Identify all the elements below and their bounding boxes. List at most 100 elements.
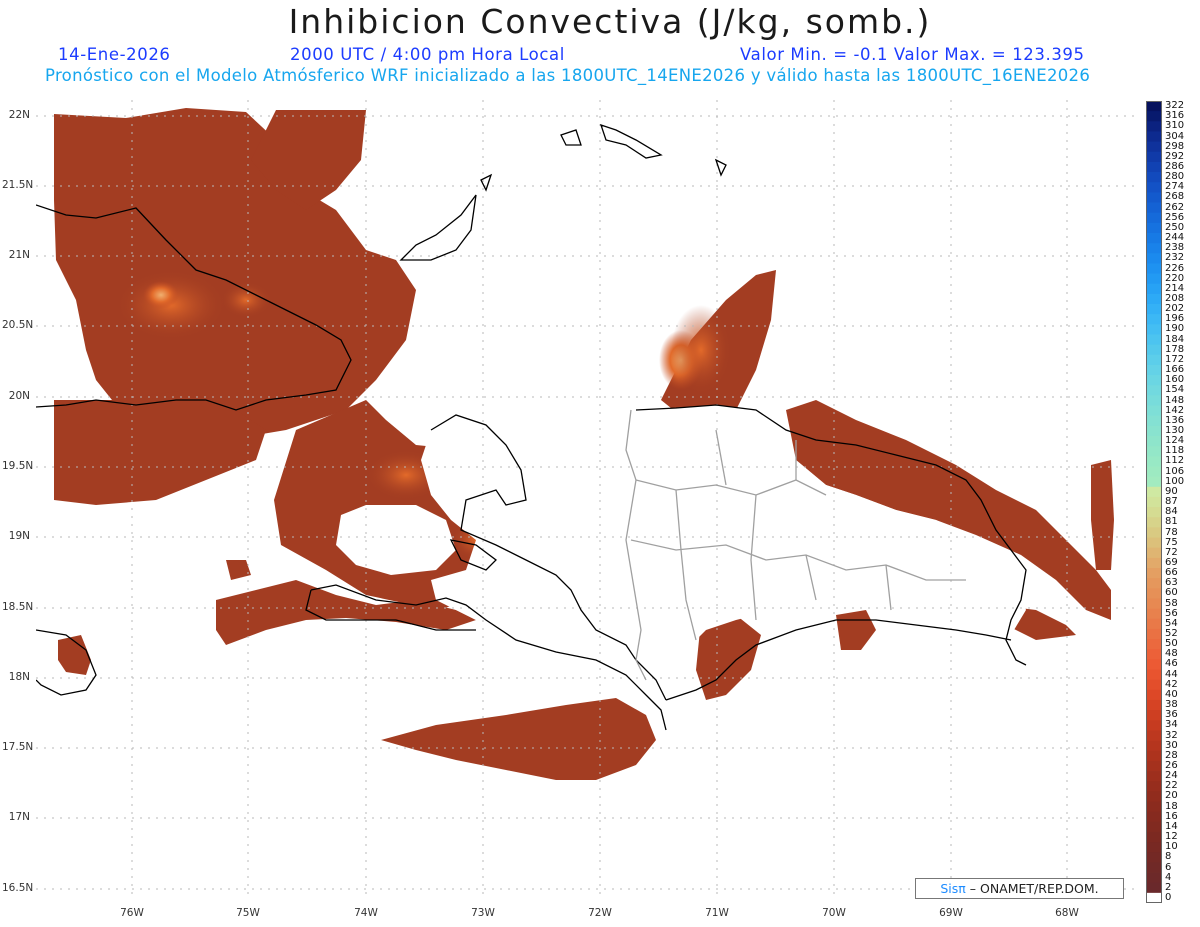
colorbar-swatch bbox=[1146, 862, 1162, 873]
lon-label: 70W bbox=[822, 907, 846, 919]
colorbar-swatch bbox=[1146, 720, 1162, 731]
colorbar-swatch bbox=[1146, 212, 1162, 224]
lon-label: 74W bbox=[354, 907, 378, 919]
colorbar-label: 81 bbox=[1165, 516, 1178, 528]
lon-label: 73W bbox=[471, 907, 495, 919]
lat-label: 19.5N bbox=[2, 460, 34, 472]
colorbar-label: 20 bbox=[1165, 790, 1178, 802]
colorbar-swatch bbox=[1146, 415, 1162, 427]
colorbar-swatch bbox=[1146, 618, 1162, 630]
colorbar-label: 106 bbox=[1165, 465, 1185, 477]
colorbar-swatch bbox=[1146, 405, 1162, 417]
lat-label: 20.5N bbox=[2, 319, 34, 331]
colorbar-swatch bbox=[1146, 446, 1162, 457]
cin-map bbox=[36, 100, 1136, 900]
colorbar-label: 154 bbox=[1165, 384, 1185, 396]
colorbar-swatch bbox=[1146, 273, 1162, 285]
colorbar-swatch bbox=[1146, 395, 1162, 406]
colorbar-swatch bbox=[1146, 771, 1162, 782]
colorbar-label: 32 bbox=[1165, 729, 1178, 741]
forecast-time: 2000 UTC / 4:00 pm Hora Local bbox=[290, 45, 565, 64]
colorbar-swatch bbox=[1146, 293, 1162, 305]
credit-box: Sisπ – ONAMET/REP.DOM. bbox=[915, 878, 1124, 899]
colorbar-swatch bbox=[1146, 557, 1162, 569]
colorbar-swatch bbox=[1146, 496, 1162, 508]
lat-label: 17N bbox=[8, 811, 30, 823]
lon-label: 76W bbox=[120, 907, 144, 919]
colorbar-swatch bbox=[1146, 791, 1162, 802]
colorbar-swatch bbox=[1146, 476, 1162, 488]
colorbar-label: 268 bbox=[1165, 191, 1185, 203]
colorbar-swatch bbox=[1146, 436, 1162, 447]
colorbar-swatch bbox=[1146, 537, 1162, 549]
colorbar-swatch bbox=[1146, 101, 1162, 112]
forecast-description: Pronóstico con el Modelo Atmósferico WRF… bbox=[45, 66, 1091, 85]
colorbar-swatch bbox=[1146, 699, 1162, 711]
colorbar-swatch bbox=[1146, 628, 1162, 640]
colorbar-swatch bbox=[1146, 659, 1162, 670]
colorbar-swatch bbox=[1146, 304, 1162, 315]
colorbar-swatch bbox=[1146, 486, 1162, 498]
colorbar-label: 58 bbox=[1165, 597, 1178, 609]
colorbar-swatch bbox=[1146, 649, 1162, 660]
lat-label: 21.5N bbox=[2, 179, 34, 191]
colorbar-label: 0 bbox=[1165, 891, 1172, 903]
colorbar-swatch bbox=[1146, 507, 1162, 518]
colorbar-swatch bbox=[1146, 172, 1162, 183]
colorbar-swatch bbox=[1146, 385, 1162, 396]
colorbar-swatch bbox=[1146, 354, 1162, 366]
colorbar-label: 232 bbox=[1165, 252, 1185, 264]
map-title: Inhibicion Convectiva (J/kg, somb.) bbox=[288, 2, 932, 41]
colorbar-swatch bbox=[1146, 466, 1162, 478]
colorbar-label: 8 bbox=[1165, 851, 1172, 863]
lat-label: 16.5N bbox=[2, 882, 34, 894]
colorbar-swatch bbox=[1146, 801, 1162, 813]
colorbar-swatch bbox=[1146, 253, 1162, 264]
colorbar-swatch bbox=[1146, 852, 1162, 863]
colorbar-label: 304 bbox=[1165, 130, 1185, 142]
colorbar-swatch bbox=[1146, 111, 1162, 122]
colorbar-swatch bbox=[1146, 567, 1162, 579]
colorbar-swatch bbox=[1146, 527, 1162, 538]
lon-label: 71W bbox=[705, 907, 729, 919]
credit-onamet: – ONAMET/REP.DOM. bbox=[965, 881, 1099, 896]
lat-label: 21N bbox=[8, 249, 30, 261]
colorbar-swatch bbox=[1146, 314, 1162, 325]
colorbar-swatch bbox=[1146, 344, 1162, 356]
colorbar-swatch bbox=[1146, 588, 1162, 599]
colorbar-label: 6 bbox=[1165, 861, 1172, 873]
colorbar-swatch bbox=[1146, 598, 1162, 609]
colorbar-swatch bbox=[1146, 161, 1162, 173]
colorbar-swatch bbox=[1146, 872, 1162, 884]
colorbar-swatch bbox=[1146, 141, 1162, 153]
colorbar-label: 190 bbox=[1165, 323, 1185, 335]
lat-label: 17.5N bbox=[2, 741, 34, 753]
colorbar-swatch bbox=[1146, 710, 1162, 721]
colorbar-swatch bbox=[1146, 639, 1162, 650]
lat-label: 22N bbox=[8, 109, 30, 121]
colorbar-swatch bbox=[1146, 669, 1162, 681]
lon-label: 68W bbox=[1055, 907, 1079, 919]
colorbar-swatch bbox=[1146, 760, 1162, 772]
colorbar-label: 148 bbox=[1165, 394, 1185, 406]
colorbar-swatch bbox=[1146, 882, 1162, 894]
lat-label: 18N bbox=[8, 671, 30, 683]
colorbar-swatch bbox=[1146, 425, 1162, 437]
colorbar-swatch bbox=[1146, 375, 1162, 386]
colorbar-swatch bbox=[1146, 892, 1162, 903]
colorbar-swatch bbox=[1146, 578, 1162, 589]
colorbar-label: 34 bbox=[1165, 719, 1178, 731]
colorbar-label: 78 bbox=[1165, 526, 1178, 538]
lat-label: 18.5N bbox=[2, 601, 34, 613]
colorbar-swatch bbox=[1146, 324, 1162, 335]
credit-sis: Sisπ bbox=[940, 881, 966, 896]
colorbar-swatch bbox=[1146, 781, 1162, 792]
colorbar-swatch bbox=[1146, 131, 1162, 143]
colorbar-swatch bbox=[1146, 456, 1162, 467]
colorbar-swatch bbox=[1146, 263, 1162, 274]
colorbar-swatch bbox=[1146, 679, 1162, 691]
colorbar-swatch bbox=[1146, 283, 1162, 295]
colorbar-label: 226 bbox=[1165, 262, 1185, 274]
colorbar-swatch bbox=[1146, 811, 1162, 823]
colorbar-swatch bbox=[1146, 334, 1162, 346]
